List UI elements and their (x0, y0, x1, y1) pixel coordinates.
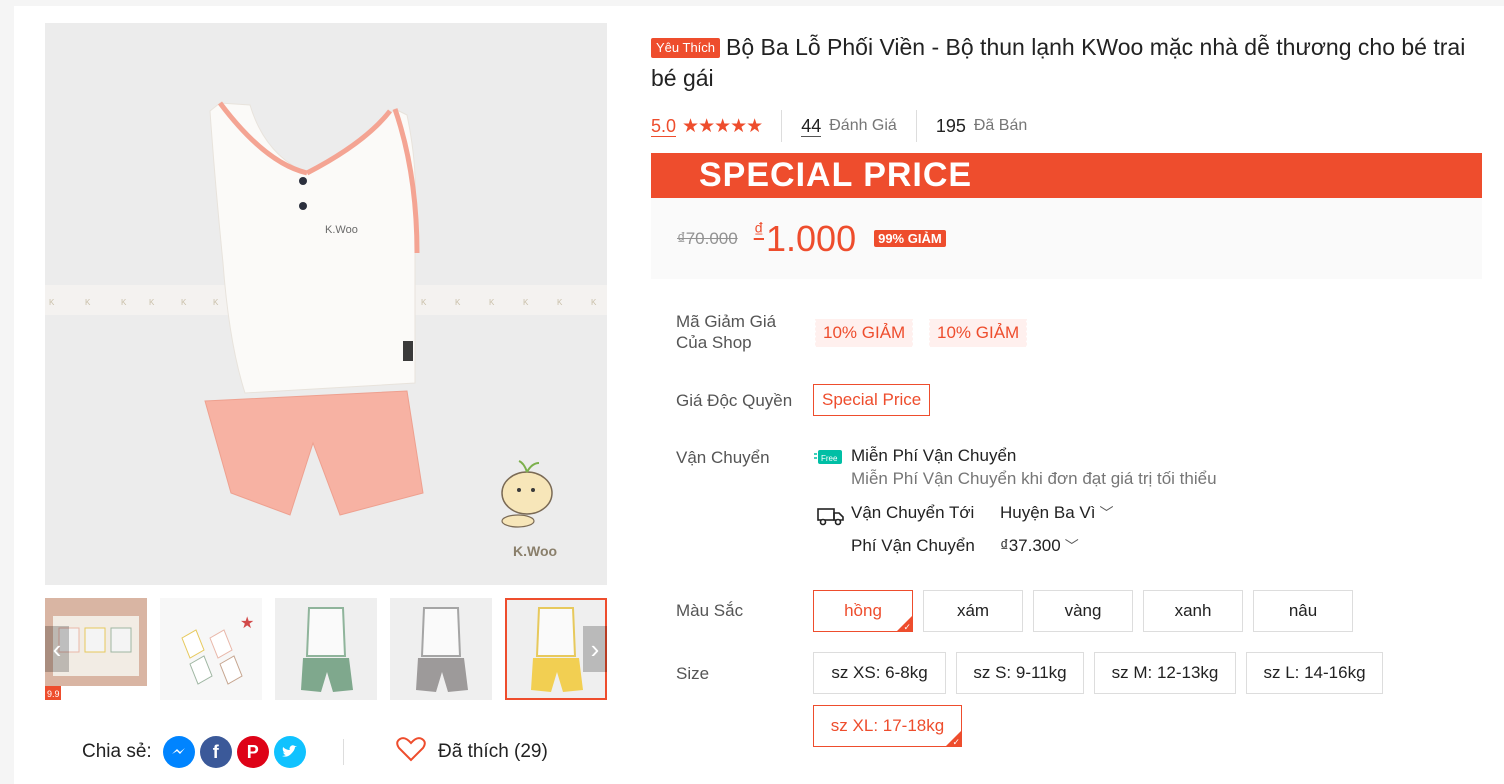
favorite-shop-badge: Yêu Thích (651, 38, 721, 58)
share-label: Chia sẻ: (82, 741, 152, 762)
messenger-icon[interactable] (162, 736, 195, 768)
svg-text:K: K (49, 298, 55, 307)
color-option-xam[interactable]: xám (923, 590, 1023, 632)
share-row: Chia sẻ: f P (82, 736, 306, 768)
ship-to-value: Huyện Ba Vì (1000, 503, 1096, 522)
like-count-label: Đã thích (29) (438, 741, 548, 762)
svg-text:K: K (149, 298, 155, 307)
color-option-xanh[interactable]: xanh (1143, 590, 1243, 632)
free-shipping-subtitle: Miễn Phí Vận Chuyển khi đơn đạt giá trị … (851, 469, 1217, 488)
twitter-icon[interactable] (273, 736, 306, 768)
current-price: ₫1.000 (754, 218, 856, 260)
color-option-nau[interactable]: nâu (1253, 590, 1353, 632)
truck-icon (817, 506, 845, 531)
voucher-chip-1[interactable]: 10% GIẢM (813, 319, 915, 347)
voucher-chip-2[interactable]: 10% GIẢM (927, 319, 1029, 347)
thumbnail-4[interactable] (390, 598, 492, 700)
heart-icon (396, 736, 426, 768)
color-label: Màu Sắc (676, 601, 744, 620)
product-title-text: Bộ Ba Lỗ Phối Viền - Bộ thun lạnh KWoo m… (651, 34, 1466, 91)
exclusive-price-chip[interactable]: Special Price (813, 384, 931, 416)
like-button[interactable]: Đã thích (29) (396, 736, 548, 768)
shipping-fee-label: Phí Vận Chuyển (851, 536, 975, 555)
ship-to-label: Vận Chuyển Tới (851, 503, 975, 522)
sold-count: 195 (935, 115, 966, 136)
star-rating-icon: ★★★★★ (682, 115, 763, 137)
chevron-down-icon: ﹀ (1064, 538, 1079, 554)
discount-badge: 99% GIẢM (874, 230, 946, 247)
special-price-banner: SPECIAL PRICE (651, 153, 1482, 198)
thumbnail-3[interactable] (275, 598, 377, 700)
price-box: ₫70.000 ₫1.000 99% GIẢM (651, 198, 1482, 279)
rating-score[interactable]: 5.0 (651, 116, 677, 137)
svg-text:K.Woo: K.Woo (325, 224, 358, 236)
svg-text:Free: Free (821, 454, 838, 463)
shipping-fee-dropdown[interactable]: ₫37.300 ﹀ (1000, 536, 1079, 556)
original-price: ₫70.000 (677, 228, 738, 248)
svg-text:K: K (523, 298, 529, 307)
review-count[interactable]: 44 (801, 116, 822, 137)
brand-watermark: K.Woo (513, 543, 557, 559)
svg-text:K: K (591, 298, 597, 307)
sale-badge: 9.9 (47, 689, 60, 699)
chevron-right-icon: › (590, 633, 600, 664)
svg-text:K: K (557, 298, 563, 307)
size-option-m[interactable]: sz M: 12-13kg (1094, 652, 1236, 694)
thumbnail-next-button[interactable]: › (583, 626, 607, 672)
rating-row: 5.0 ★★★★★ 44 Đánh Giá 195 Đã Bán (651, 110, 1027, 142)
currency-symbol: ₫ (753, 219, 764, 242)
size-label: Size (676, 664, 710, 683)
chevron-left-icon: ‹ (52, 633, 62, 664)
svg-text:K: K (455, 298, 461, 307)
ship-to-dropdown[interactable]: Huyện Ba Vì ﹀ (1000, 503, 1113, 523)
svg-text:K: K (85, 298, 91, 307)
svg-text:★: ★ (240, 615, 254, 632)
thumbnail-strip: 9.9 ★ ‹ › (45, 598, 607, 700)
voucher-label: Mã Giảm Giá Của Shop (676, 312, 777, 352)
svg-text:K: K (213, 298, 219, 307)
color-option-hong[interactable]: hồng (813, 590, 913, 633)
svg-text:K: K (421, 298, 427, 307)
free-shipping-title: Miễn Phí Vận Chuyển (851, 446, 1017, 465)
facebook-icon[interactable]: f (199, 736, 232, 768)
svg-text:K: K (489, 298, 495, 307)
product-card: KKK KKK KKK KKK KKK KK K.Woo (14, 6, 1504, 784)
rating-divider (781, 110, 783, 142)
chevron-down-icon: ﹀ (1099, 505, 1114, 521)
sold-count-label: Đã Bán (973, 117, 1028, 134)
free-shipping-icon: Free (814, 448, 846, 473)
sold-divider (915, 110, 917, 142)
svg-text:K: K (121, 298, 127, 307)
size-option-l[interactable]: sz L: 14-16kg (1246, 652, 1383, 694)
color-option-vang[interactable]: vàng (1033, 590, 1133, 632)
shipping-label: Vận Chuyển (676, 448, 770, 467)
size-option-xl[interactable]: sz XL: 17-18kg (813, 705, 962, 748)
thumbnail-prev-button[interactable]: ‹ (45, 626, 69, 672)
product-title: Yêu Thích Bộ Ba Lỗ Phối Viền - Bộ thun lạ… (651, 32, 1481, 94)
exclusive-price-label: Giá Độc Quyền (676, 391, 793, 410)
share-like-divider (343, 739, 344, 765)
review-count-label: Đánh Giá (829, 117, 897, 134)
pinterest-icon[interactable]: P (236, 736, 269, 768)
size-option-xs[interactable]: sz XS: 6-8kg (813, 652, 946, 694)
current-price-value: 1.000 (766, 217, 857, 259)
size-option-s[interactable]: sz S: 9-11kg (956, 652, 1084, 694)
thumbnail-2[interactable]: ★ (160, 598, 262, 700)
svg-text:K: K (181, 298, 187, 307)
shipping-fee-value: ₫37.300 (1000, 536, 1061, 555)
product-main-image[interactable]: KKK KKK KKK KKK KKK KK K.Woo (45, 23, 607, 585)
